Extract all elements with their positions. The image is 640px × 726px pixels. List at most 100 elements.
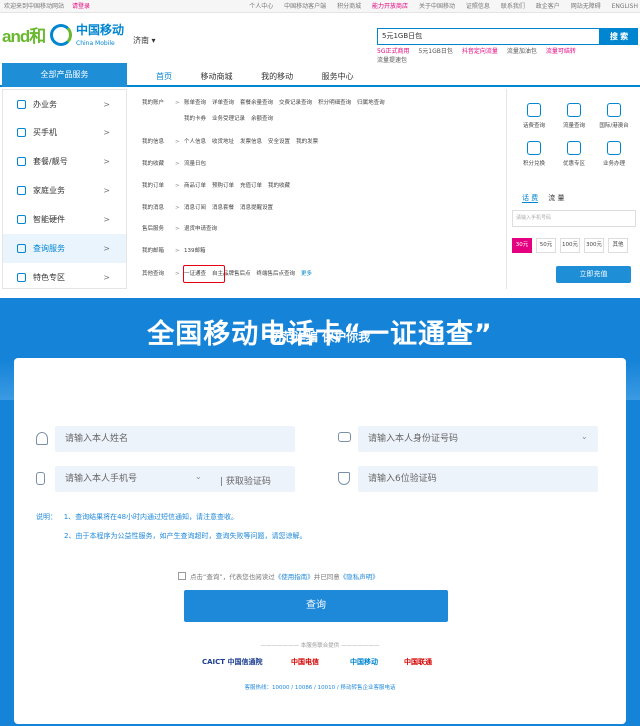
- phone-number-input[interactable]: 请输入手机号码: [512, 210, 636, 227]
- quick-international[interactable]: 国际/港澳台: [594, 103, 634, 129]
- privacy-link[interactable]: 《隐私声明》: [340, 573, 379, 581]
- hot-link[interactable]: 5G正式商用: [377, 48, 409, 55]
- id-number-input[interactable]: 请输入本人身份证号码: [358, 426, 598, 452]
- name-input[interactable]: 请输入本人姓名: [55, 426, 295, 452]
- top-link-personal[interactable]: 个人中心: [249, 3, 273, 10]
- hot-link[interactable]: 流量可结转: [546, 48, 576, 55]
- get-code-link[interactable]: | 获取验证码: [220, 474, 271, 487]
- sidebar-item-business[interactable]: 办业务 >: [3, 90, 126, 119]
- menu-row-account: 我的账户 > 账单查询 详单查询 套餐余量查询 交费记录查询 积分明细查询 归属地查询: [142, 100, 385, 106]
- top-link-open-store[interactable]: 能力开放商店: [372, 3, 408, 10]
- menu-link[interactable]: 终端售后点查询: [257, 271, 296, 277]
- menu-link[interactable]: 我的发票: [296, 139, 318, 145]
- menu-link[interactable]: 账单查询: [184, 100, 206, 106]
- china-mobile-logo-text[interactable]: 中国移动 China Mobile: [76, 24, 124, 50]
- china-mobile-partner-logo: 中国移动: [350, 658, 378, 666]
- amount-option[interactable]: 30元: [512, 238, 532, 253]
- sidebar-item-query[interactable]: 查询服务 >: [3, 234, 126, 263]
- hot-link[interactable]: 流量加油包: [507, 48, 537, 55]
- menu-link[interactable]: 业务受理记录: [212, 116, 245, 122]
- top-link-client[interactable]: 中国移动客户端: [284, 3, 326, 10]
- amount-option[interactable]: 其他: [608, 238, 628, 253]
- quick-data-query[interactable]: 流量查询: [554, 103, 594, 129]
- menu-row-after-sales: 售后服务 > 退货申请查询: [142, 226, 218, 232]
- menu-link[interactable]: 详单查询: [212, 100, 234, 106]
- guide-link[interactable]: 《使用指南》: [275, 573, 314, 581]
- menu-link[interactable]: 消息提醒设置: [240, 205, 273, 211]
- refresh-icon: [527, 141, 541, 155]
- menu-link[interactable]: 套餐余量查询: [240, 100, 273, 106]
- menu-more-link[interactable]: 更多: [301, 271, 312, 277]
- caict-logo: CAICT 中国信通院: [202, 658, 263, 666]
- menu-link[interactable]: 消息套餐: [212, 205, 234, 211]
- hot-link[interactable]: 5元1GB日包: [418, 48, 452, 55]
- amount-option[interactable]: 300元: [584, 238, 604, 253]
- menu-link[interactable]: 商品订单: [184, 183, 206, 189]
- menu-link[interactable]: 积分明细查询: [318, 100, 351, 106]
- tab-data[interactable]: 流 量: [548, 194, 564, 202]
- sidebar-item-featured[interactable]: 特色专区 >: [3, 263, 126, 292]
- tab-phone-fee[interactable]: 话 费: [522, 194, 539, 203]
- menu-link[interactable]: 安全设置: [268, 139, 290, 145]
- gift-icon: [567, 141, 581, 155]
- menu-link[interactable]: 充值订单: [240, 183, 262, 189]
- menu-link[interactable]: 退货申请查询: [184, 226, 217, 232]
- menu-link[interactable]: 余额查询: [251, 116, 273, 122]
- menu-link[interactable]: 交费记录查询: [279, 100, 312, 106]
- globe-icon: [607, 103, 621, 117]
- top-link-license[interactable]: 证照信息: [466, 3, 490, 10]
- menu-row-messages: 我的消息 > 消息订阅 消息套餐 消息提醒设置: [142, 205, 274, 211]
- menu-link[interactable]: 发票信息: [240, 139, 262, 145]
- recharge-button[interactable]: 立即充值: [556, 266, 631, 283]
- quick-business[interactable]: 业务办理: [594, 141, 634, 167]
- and-logo[interactable]: and和: [2, 22, 46, 47]
- document-icon: [607, 141, 621, 155]
- hot-link[interactable]: 抖音定向流量: [462, 48, 498, 55]
- top-link-accessibility[interactable]: 网站无障碍: [571, 3, 601, 10]
- top-link-english[interactable]: ENGLISH: [612, 3, 638, 10]
- device-icon: [17, 215, 26, 224]
- search-button[interactable]: 搜 索: [600, 28, 638, 45]
- menu-link[interactable]: 收货地址: [212, 139, 234, 145]
- quick-bill-query[interactable]: 话费查询: [514, 103, 554, 129]
- agree-checkbox[interactable]: [178, 572, 186, 580]
- menu-link[interactable]: 流量日包: [184, 161, 206, 167]
- tab-home[interactable]: 首页: [156, 63, 172, 91]
- menu-link[interactable]: 139邮箱: [184, 248, 206, 254]
- query-submit-button[interactable]: 查询: [184, 590, 448, 622]
- login-link[interactable]: 请登录: [72, 3, 90, 10]
- menu-link[interactable]: 消息订阅: [184, 205, 206, 211]
- sidebar-item-plans[interactable]: 套餐/靓号 >: [3, 147, 126, 176]
- menu-link[interactable]: 归属地查询: [357, 100, 385, 106]
- menu-link[interactable]: 预购订单: [212, 183, 234, 189]
- top-link-enterprise[interactable]: 政企客户: [536, 3, 560, 10]
- tab-my-mobile[interactable]: 我的移动: [261, 63, 293, 91]
- top-link-about[interactable]: 关于中国移动: [419, 3, 455, 10]
- amount-option[interactable]: 50元: [536, 238, 556, 253]
- all-products-button[interactable]: 全部产品服务: [2, 63, 127, 87]
- chevron-down-icon[interactable]: ⌄: [195, 472, 202, 481]
- sidebar-item-family[interactable]: 家庭业务 >: [3, 176, 126, 205]
- menu-link[interactable]: 个人信息: [184, 139, 206, 145]
- quick-points-exchange[interactable]: 积分兑换: [514, 141, 554, 167]
- person-icon: [36, 432, 48, 445]
- top-link-contact[interactable]: 联系我们: [501, 3, 525, 10]
- sidebar-item-buy-phone[interactable]: 买手机 >: [3, 118, 126, 147]
- menu-row-other: 其他查询 > 一证通查 自主品牌售后点 终端售后点查询 更多: [142, 271, 313, 277]
- query-menu: 我的账户 > 账单查询 详单查询 套餐余量查询 交费记录查询 积分明细查询 归属地查询 我的卡…: [128, 89, 507, 289]
- top-link-points-mall[interactable]: 积分商城: [337, 3, 361, 10]
- menu-link[interactable]: 我的卡券: [184, 116, 206, 122]
- amount-option[interactable]: 100元: [560, 238, 580, 253]
- verification-code-input[interactable]: 请输入6位验证码: [358, 466, 598, 492]
- tab-mall[interactable]: 移动商城: [201, 63, 233, 91]
- menu-link[interactable]: 我的收藏: [268, 183, 290, 189]
- search-input[interactable]: 5元1GB日包: [377, 28, 600, 45]
- quick-offers[interactable]: 优惠专区: [554, 141, 594, 167]
- home-icon: [17, 186, 26, 195]
- chevron-down-icon[interactable]: ⌄: [581, 432, 588, 441]
- city-selector[interactable]: 济南 ▾: [133, 35, 156, 46]
- star-icon: [17, 273, 26, 282]
- sidebar-item-smart-hardware[interactable]: 智能硬件 >: [3, 205, 126, 234]
- tab-service-center[interactable]: 服务中心: [322, 63, 354, 91]
- phone-icon: [17, 128, 26, 137]
